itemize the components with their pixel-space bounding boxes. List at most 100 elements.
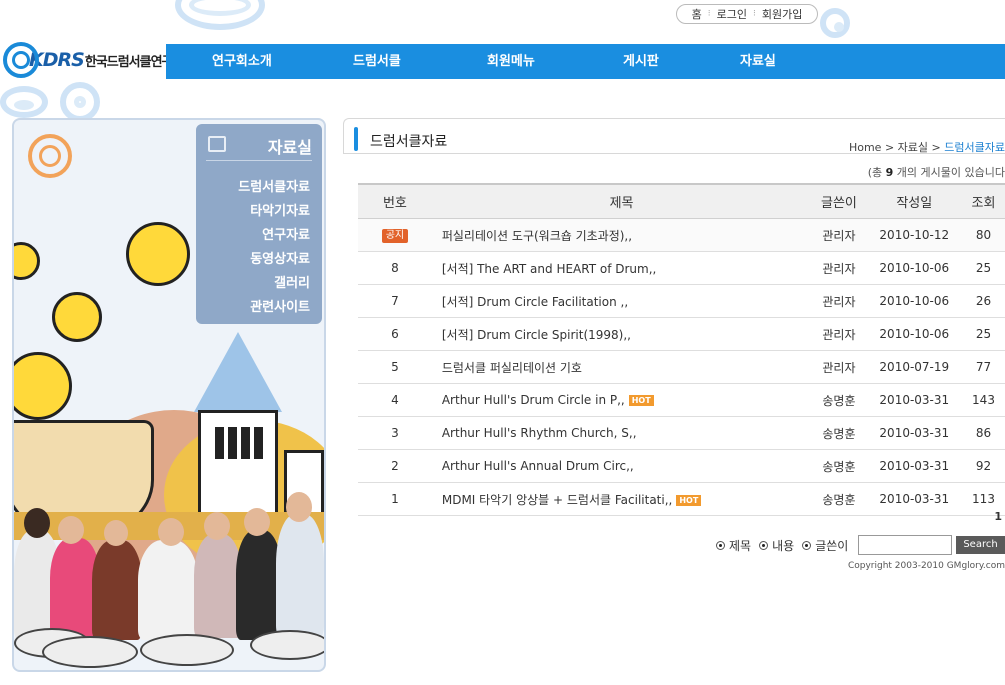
hot-badge: HOT — [676, 494, 702, 506]
row-number: 8 — [358, 251, 432, 285]
radio-icon — [802, 540, 812, 550]
decor-swirl — [820, 8, 850, 38]
person-head — [244, 508, 270, 536]
home-link[interactable]: 홈 — [692, 6, 702, 22]
search-option-author[interactable]: 글쓴이 — [802, 537, 848, 554]
table-row[interactable]: 4 Arthur Hull's Drum Circle in P,, HOT 송명훈 2… — [358, 383, 1005, 417]
table-header-row: 번호 제목 글쓴이 작성일 조회 — [358, 183, 1005, 219]
search-input[interactable] — [858, 535, 953, 555]
nav-item-drumcircle[interactable]: 드럼서클 — [353, 44, 401, 79]
table-row[interactable]: 2 Arthur Hull's Annual Drum Circ,, 송명훈 2010… — [358, 449, 1005, 483]
search-option-content[interactable]: 내용 — [759, 537, 794, 554]
decor-swirl — [175, 0, 265, 30]
logo-ring-icon — [3, 42, 39, 78]
pagination-current[interactable]: 1 — [994, 510, 1002, 523]
row-views: 77 — [962, 350, 1005, 384]
row-views: 86 — [962, 416, 1005, 450]
row-views: 80 — [962, 218, 1005, 252]
row-date: 2010-10-12 — [866, 218, 962, 252]
row-subject: [서적] Drum Circle Spirit(1998),, — [431, 317, 812, 351]
row-subject: 퍼실리테이션 도구(워크숍 기초과정),, — [431, 218, 812, 252]
nav-item-board[interactable]: 게시판 — [623, 44, 659, 79]
post-title-link[interactable]: Arthur Hull's Drum Circle in P,, — [442, 393, 625, 407]
login-link[interactable]: 로그인 — [717, 6, 747, 22]
post-title-link[interactable]: [서적] The ART and HEART of Drum,, — [442, 262, 657, 276]
row-date: 2010-10-06 — [866, 317, 962, 351]
breadcrumb-section[interactable]: 자료실 — [898, 141, 928, 154]
breadcrumb-sep: > — [931, 141, 941, 154]
row-subject: Arthur Hull's Drum Circle in P,, HOT — [431, 383, 812, 417]
table-row[interactable]: 7 [서적] Drum Circle Facilitation ,, 관리자 2010… — [358, 284, 1005, 318]
nav-item-member[interactable]: 회원메뉴 — [487, 44, 535, 79]
row-date: 2010-07-19 — [866, 350, 962, 384]
post-title-link[interactable]: 퍼실리테이션 도구(워크숍 기초과정),, — [442, 229, 632, 243]
row-date: 2010-10-06 — [866, 251, 962, 285]
separator: ⁝ — [707, 9, 711, 19]
row-subject: Arthur Hull's Rhythm Church, S,, — [431, 416, 812, 450]
person-head — [204, 512, 230, 540]
yellow-ball — [52, 292, 102, 342]
row-number: 7 — [358, 284, 432, 318]
row-date: 2010-03-31 — [866, 416, 962, 450]
table-row[interactable]: 1 MDMI 타악기 앙상블 + 드럼서클 Facilitati,, HOT 송명훈 2… — [358, 482, 1005, 516]
person — [276, 514, 324, 638]
notice-badge: 공지 — [381, 229, 409, 243]
post-table: 번호 제목 글쓴이 작성일 조회 공지 퍼실리테이션 도구(워크숍 기초과정),,… — [358, 183, 1005, 516]
site-logo[interactable]: KDRS 한국드럼서클연구회 — [3, 42, 184, 78]
join-link[interactable]: 회원가입 — [762, 6, 802, 22]
utility-links: 홈 ⁝ 로그인 ⁝ 회원가입 — [676, 4, 818, 24]
table-row[interactable]: 8 [서적] The ART and HEART of Drum,, 관리자 2010… — [358, 251, 1005, 285]
post-count: (총 9 개의 게시물이 있습니다 — [868, 164, 1005, 180]
row-views: 25 — [962, 251, 1005, 285]
page-title: 드럼서클자료 — [370, 134, 448, 150]
person — [138, 540, 198, 640]
column-header-no: 번호 — [358, 183, 432, 219]
drum — [250, 630, 324, 660]
row-date: 2010-03-31 — [866, 482, 962, 516]
row-author: 관리자 — [811, 218, 867, 252]
post-title-link[interactable]: 드럼서클 퍼실리테이션 기호 — [442, 361, 582, 375]
separator: ⁝ — [753, 9, 756, 19]
post-count-suffix: 개의 게시물이 있습니다 — [896, 166, 1005, 179]
row-number: 4 — [358, 383, 432, 417]
search-option-subject[interactable]: 제목 — [716, 537, 751, 554]
row-subject: Arthur Hull's Annual Drum Circ,, — [431, 449, 812, 483]
table-row[interactable]: 3 Arthur Hull's Rhythm Church, S,, 송명훈 2010… — [358, 416, 1005, 450]
title-accent-bar — [354, 127, 358, 151]
post-title-link[interactable]: MDMI 타악기 앙상블 + 드럼서클 Facilitati,, — [442, 493, 673, 507]
breadcrumb-home[interactable]: Home — [849, 141, 881, 154]
person-head — [158, 518, 184, 546]
main-nav: 연구회소개 드럼서클 회원메뉴 게시판 자료실 — [166, 44, 1005, 79]
post-title-link[interactable]: [서적] Drum Circle Facilitation ,, — [442, 295, 628, 309]
row-number: 2 — [358, 449, 432, 483]
row-views: 25 — [962, 317, 1005, 351]
row-author: 송명훈 — [811, 482, 867, 516]
yellow-ball — [126, 222, 190, 286]
radio-label: 내용 — [772, 538, 795, 553]
person-head — [104, 520, 128, 546]
row-number: 3 — [358, 416, 432, 450]
search-button[interactable]: Search — [956, 536, 1005, 554]
breadcrumb: Home > 자료실 > 드럼서클자료 — [849, 139, 1005, 155]
row-author: 관리자 — [811, 284, 867, 318]
row-number: 공지 — [358, 218, 432, 252]
person-head — [286, 492, 312, 522]
post-title-link[interactable]: [서적] Drum Circle Spirit(1998),, — [442, 328, 631, 342]
nav-item-about[interactable]: 연구회소개 — [212, 44, 272, 79]
post-count-number: 9 — [885, 166, 894, 179]
row-subject: [서적] The ART and HEART of Drum,, — [431, 251, 812, 285]
person — [92, 540, 142, 640]
row-number: 6 — [358, 317, 432, 351]
hot-badge: HOT — [628, 395, 654, 406]
post-title-link[interactable]: Arthur Hull's Annual Drum Circ,, — [442, 459, 634, 473]
table-row[interactable]: 6 [서적] Drum Circle Spirit(1998),, 관리자 2010-… — [358, 317, 1005, 351]
row-author: 송명훈 — [811, 449, 867, 483]
row-author: 송명훈 — [811, 416, 867, 450]
table-row[interactable]: 공지 퍼실리테이션 도구(워크숍 기초과정),, 관리자 2010-10-12 80 — [358, 218, 1005, 252]
post-title-link[interactable]: Arthur Hull's Rhythm Church, S,, — [442, 426, 637, 440]
table-row[interactable]: 5 드럼서클 퍼실리테이션 기호 관리자 2010-07-19 77 — [358, 350, 1005, 384]
yellow-ball — [14, 242, 40, 280]
row-number: 5 — [358, 350, 432, 384]
yellow-ball — [14, 352, 72, 420]
nav-item-archive[interactable]: 자료실 — [740, 44, 776, 79]
